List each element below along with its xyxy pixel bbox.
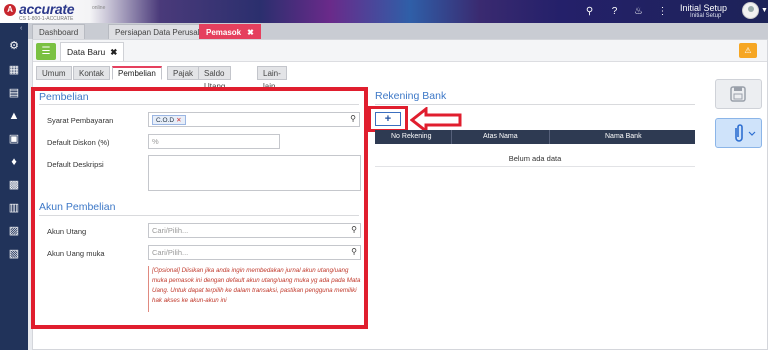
save-icon	[730, 86, 746, 102]
col-no-rekening[interactable]: No Rekening	[391, 133, 431, 140]
warning-icon[interactable]: ⚠	[739, 43, 757, 58]
chevron-down-icon[interactable]: ▼	[761, 7, 768, 14]
list-icon[interactable]: ☰	[36, 43, 56, 60]
logo-text: accurate	[19, 1, 75, 17]
logo-online: online	[92, 5, 106, 11]
doc-tab-label: Data Baru	[67, 47, 106, 57]
top-bar: A accurate CS 1-800-1-ACCURATE online ⚲ …	[0, 0, 768, 23]
subtab-pembelian[interactable]: Pembelian	[112, 66, 162, 80]
gear-icon[interactable]: ⚙	[7, 39, 21, 53]
inventory-icon[interactable]: ▥	[7, 201, 21, 215]
factory-icon[interactable]: ▨	[7, 224, 21, 238]
accurate-logo[interactable]: A accurate CS 1-800-1-ACCURATE online	[4, 1, 124, 22]
help-icon[interactable]: ?	[607, 4, 622, 19]
search-icon[interactable]: ⚲	[582, 4, 597, 19]
menu-icon[interactable]: ⋮	[655, 4, 670, 19]
empty-state: Belum ada data	[508, 154, 562, 163]
close-icon[interactable]: ✖	[110, 47, 117, 57]
user-role: Initial Setup	[690, 13, 722, 19]
ledger-icon[interactable]: ▤	[7, 86, 21, 100]
grid-divider	[375, 166, 695, 167]
subtab-kontak[interactable]: Kontak	[73, 66, 110, 80]
subtab-pajak[interactable]: Pajak	[167, 66, 200, 80]
cash-icon[interactable]: ▣	[7, 132, 21, 146]
tab-pemasok-label: Pemasok	[206, 28, 242, 37]
report-icon[interactable]: ▧	[7, 247, 21, 261]
building-icon[interactable]: ▦	[7, 63, 21, 77]
collapse-icon[interactable]: ‹	[20, 25, 22, 32]
logo-badge: A	[4, 4, 16, 16]
vendor-form-panel: ☰ Data Baru ✖ ⚠ Umum Kontak Pembelian Paj…	[31, 39, 768, 350]
truck-icon[interactable]: ▩	[7, 178, 21, 192]
bank-grid-header: No Rekening Atas Nama Nama Bank	[375, 130, 695, 144]
col-nama-bank[interactable]: Nama Bank	[605, 133, 642, 140]
document-toolbar: ☰ Data Baru ✖ ⚠	[33, 40, 767, 62]
cart-icon[interactable]: ♦	[7, 155, 21, 169]
subtab-lain-lain[interactable]: Lain-lain	[257, 66, 287, 91]
tab-pemasok[interactable]: Pemasok ✖	[199, 24, 261, 39]
user-name[interactable]: Initial Setup	[680, 3, 727, 13]
section-title-rekening-bank: Rekening Bank	[375, 90, 447, 102]
divider	[375, 104, 695, 105]
highlight-box	[31, 87, 368, 329]
avatar[interactable]	[742, 2, 759, 19]
paperclip-icon	[735, 124, 756, 142]
doc-tab-data-baru[interactable]: Data Baru ✖	[60, 42, 125, 61]
attachment-button[interactable]	[715, 118, 762, 148]
logo-subtitle: CS 1-800-1-ACCURATE	[19, 16, 74, 22]
subtab-umum[interactable]: Umum	[36, 66, 72, 80]
bank-icon[interactable]: ▲	[7, 109, 21, 123]
tab-dashboard[interactable]: Dashboard	[32, 24, 86, 39]
subtab-saldo-utang[interactable]: Saldo Utang	[198, 66, 232, 91]
main-tabs: Dashboard Persiapan Data Perusahaan Pema…	[28, 23, 768, 39]
column-separator	[451, 130, 452, 144]
sidebar: ‹ ⚙ ▦ ▤ ▲ ▣ ♦ ▩ ▥ ▨ ▧	[0, 23, 28, 350]
save-button[interactable]	[715, 79, 762, 109]
col-atas-nama[interactable]: Atas Nama	[483, 133, 518, 140]
add-bank-account-button[interactable]: +	[375, 112, 401, 126]
bell-icon[interactable]: ♨	[631, 4, 646, 19]
column-separator	[549, 130, 550, 144]
close-icon[interactable]: ✖	[247, 28, 254, 37]
